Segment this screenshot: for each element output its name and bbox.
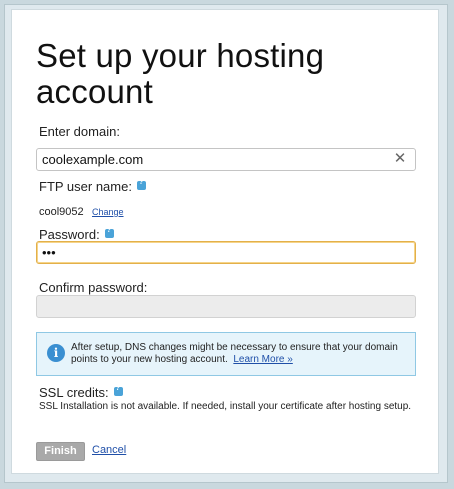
ftp-username-label-text: FTP user name: — [39, 179, 132, 194]
ssl-note: SSL Installation is not available. If ne… — [39, 401, 412, 412]
learn-more-link[interactable]: Learn More » — [233, 354, 292, 365]
cancel-link[interactable]: Cancel — [92, 444, 126, 456]
help-icon[interactable] — [113, 385, 123, 396]
change-username-link[interactable]: Change — [92, 207, 124, 217]
finish-button[interactable]: Finish — [36, 442, 85, 461]
help-icon[interactable] — [104, 227, 114, 238]
domain-label: Enter domain: — [39, 124, 120, 139]
dns-info-text: After setup, DNS changes might be necess… — [71, 342, 411, 366]
dns-info-box: i After setup, DNS changes might be nece… — [36, 332, 416, 376]
ftp-username-label: FTP user name: — [39, 179, 146, 194]
setup-dialog: Set up your hosting account Enter domain… — [11, 9, 439, 474]
help-icon[interactable] — [136, 179, 146, 190]
password-label: Password: — [39, 227, 114, 242]
clear-icon[interactable]: ✕ — [393, 151, 407, 166]
ssl-credits-label: SSL credits: — [39, 385, 123, 400]
info-icon: i — [47, 344, 65, 362]
password-input[interactable] — [36, 241, 416, 264]
ssl-credits-label-text: SSL credits: — [39, 385, 109, 400]
domain-input[interactable] — [36, 148, 416, 171]
page-title: Set up your hosting account — [36, 37, 325, 110]
confirm-password-input[interactable] — [36, 295, 416, 318]
ftp-username-value: cool9052 — [39, 206, 84, 218]
confirm-password-label: Confirm password: — [39, 280, 148, 295]
password-label-text: Password: — [39, 227, 100, 242]
